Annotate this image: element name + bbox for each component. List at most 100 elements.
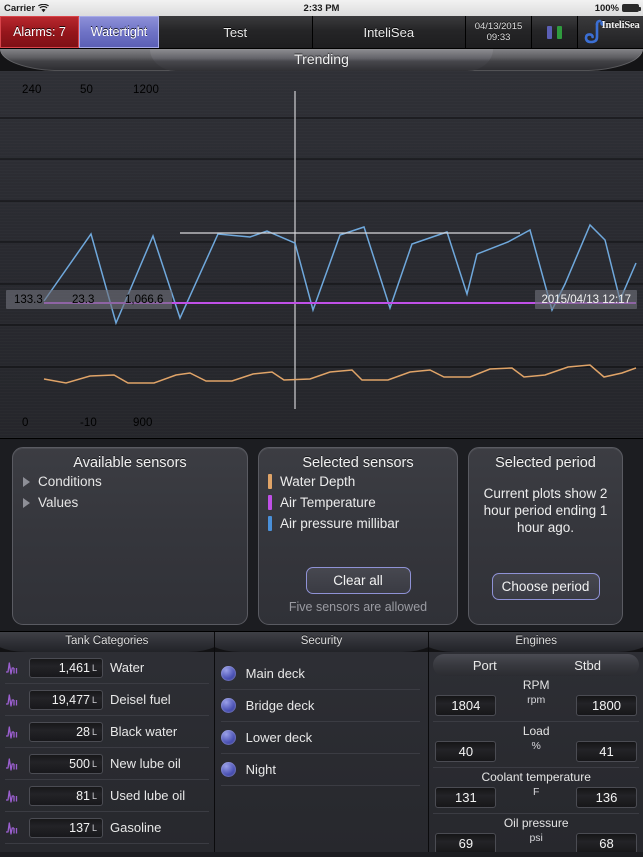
waveform-icon[interactable] — [5, 819, 22, 837]
selected-sensors-hint: Five sensors are allowed — [288, 600, 428, 614]
engines-column-header: Port Stbd — [433, 654, 640, 676]
engine-port-value: 69 — [435, 833, 497, 852]
selected-sensor-row[interactable]: Air pressure millibar — [259, 513, 457, 534]
selected-sensors-list: Water Depth Air Temperature Air pressure m… — [259, 471, 457, 534]
tab-test[interactable]: Test — [159, 16, 313, 48]
tab-watertight[interactable]: Watertight — [79, 16, 159, 48]
axis-min-water-depth: 0 — [22, 417, 29, 429]
security-panel: Security Main deck Bridge deck Lower deck N… — [214, 632, 430, 852]
tab-intelisea[interactable]: InteliSea — [312, 16, 466, 48]
status-led-icon — [220, 698, 236, 713]
security-zone-name: Night — [245, 762, 277, 777]
available-sensors-card: Available sensors Conditions Values — [12, 447, 248, 625]
disclosure-triangle-icon[interactable] — [23, 497, 30, 508]
logo-text: InteliSea — [601, 20, 640, 31]
trend-chart[interactable]: 240 50 1200 0 -10 900 133.3 23.3 1,066.6… — [0, 71, 643, 439]
sensor-color-swatch — [268, 516, 272, 531]
waveform-icon[interactable] — [5, 659, 22, 677]
tab-test-label: Test — [223, 24, 248, 40]
available-sensors-list: Conditions Values — [13, 471, 247, 513]
axis-min-air-temperature: -10 — [80, 417, 97, 429]
security-zone-name: Main deck — [245, 666, 305, 681]
tank-value-box: 81 L — [29, 785, 103, 806]
selected-sensor-label: Air pressure millibar — [280, 516, 400, 531]
tank-value: 1,461 — [58, 660, 90, 675]
engines-panel: Engines Port Stbd RPM rpm 1804 1800 Load% 40 4… — [429, 632, 643, 852]
page-title: Trending — [294, 51, 349, 67]
security-row[interactable]: Lower deck — [220, 722, 421, 754]
tank-row[interactable]: 19,477 L Deisel fuel — [5, 684, 209, 716]
security-zone-name: Lower deck — [245, 730, 313, 745]
tank-row[interactable]: 81 L Used lube oil — [5, 780, 209, 812]
engine-port-value: 131 — [435, 787, 497, 808]
sensor-color-swatch — [268, 474, 272, 489]
trending-header: Trending — [0, 49, 643, 71]
tank-name: New lube oil — [110, 756, 181, 771]
available-sensor-label: Values — [38, 495, 79, 510]
tank-name: Black water — [110, 724, 178, 739]
status-led-icon — [220, 666, 236, 681]
tab-datetime[interactable]: 04/13/2015 09:33 — [466, 16, 532, 48]
waveform-icon[interactable] — [5, 755, 22, 773]
engine-stbd-value: 41 — [576, 741, 638, 762]
choose-period-button[interactable]: Choose period — [491, 573, 600, 600]
mid-panels: Available sensors Conditions Values Selec… — [0, 439, 643, 631]
tank-value-box: 28 L — [29, 721, 103, 742]
tank-row[interactable]: 500 L New lube oil — [5, 748, 209, 780]
waveform-icon[interactable] — [5, 723, 22, 741]
selected-sensor-row[interactable]: Water Depth — [259, 471, 457, 492]
axis-max-water-depth: 240 — [22, 84, 42, 96]
security-row[interactable]: Night — [220, 754, 421, 786]
selected-sensors-card: Selected sensors Water Depth Air Temperat… — [258, 447, 458, 625]
readout-water-depth: 133.3 — [14, 293, 43, 306]
selected-sensor-label: Water Depth — [280, 474, 356, 489]
engine-metric-label: Load — [522, 724, 550, 738]
ios-status-bar: Carrier 2:33 PM 100% — [0, 0, 643, 16]
tank-row[interactable]: 1,461 L Water — [5, 652, 209, 684]
selected-period-title: Selected period — [495, 455, 596, 471]
tab-signal-indicator[interactable] — [532, 16, 578, 48]
tank-value: 500 — [69, 756, 90, 771]
available-sensor-conditions[interactable]: Conditions — [13, 471, 247, 492]
bottom-panels: Tank Categories 1,461 L Water 19,477 L Deisel… — [0, 631, 643, 852]
tank-rows: 1,461 L Water 19,477 L Deisel fuel 28 L Black wa… — [0, 652, 214, 844]
available-sensor-values[interactable]: Values — [13, 492, 247, 513]
tank-value-box: 500 L — [29, 753, 103, 774]
tank-row[interactable]: 137 L Gasoline — [5, 812, 209, 844]
tab-logo[interactable]: InteliSea — [578, 16, 643, 48]
waveform-icon[interactable] — [5, 691, 22, 709]
waveform-icon[interactable] — [5, 787, 22, 805]
clear-all-button[interactable]: Clear all — [305, 567, 411, 594]
axis-min-air-pressure: 900 — [133, 417, 153, 429]
security-rows: Main deck Bridge deck Lower deck Night — [215, 652, 429, 786]
tab-intelisea-label: InteliSea — [363, 24, 415, 40]
engine-stbd-value: 1800 — [576, 695, 638, 716]
tank-categories-panel: Tank Categories 1,461 L Water 19,477 L Deisel… — [0, 632, 215, 852]
readout-air-temperature: 23.3 — [72, 293, 95, 306]
security-zone-name: Bridge deck — [245, 698, 315, 713]
axis-max-air-pressure: 1200 — [133, 84, 159, 96]
engine-rows: RPM rpm 1804 1800 Load% 40 41 Coolant temperatu… — [429, 676, 643, 852]
tank-value: 137 — [69, 820, 90, 835]
selected-period-description: Current plots show 2 hour period ending … — [483, 486, 608, 535]
engine-metric-label: Coolant temperature — [481, 770, 591, 784]
status-led-icon — [220, 762, 236, 777]
battery-percent: 100% — [594, 2, 619, 14]
security-row[interactable]: Main deck — [220, 658, 421, 690]
selected-sensor-row[interactable]: Air Temperature — [259, 492, 457, 513]
date-label: 04/13/2015 — [474, 21, 523, 32]
app-root: Carrier 2:33 PM 100% Alarms: 7 Watertigh… — [0, 0, 643, 857]
tank-row[interactable]: 28 L Black water — [5, 716, 209, 748]
disclosure-triangle-icon[interactable] — [23, 476, 30, 487]
tank-unit: L — [91, 662, 97, 673]
sensor-color-swatch — [268, 495, 272, 510]
tab-alarms[interactable]: Alarms: 7 — [0, 16, 79, 48]
chart-svg — [0, 91, 643, 409]
engines-port-label: Port — [472, 657, 497, 673]
engine-stbd-value: 68 — [576, 833, 638, 852]
engines-stbd-label: Stbd — [574, 657, 601, 673]
selected-sensor-label: Air Temperature — [280, 495, 376, 510]
security-row[interactable]: Bridge deck — [220, 690, 421, 722]
engine-row: RPM rpm 1804 1800 — [433, 676, 640, 722]
tank-unit: L — [91, 822, 97, 833]
